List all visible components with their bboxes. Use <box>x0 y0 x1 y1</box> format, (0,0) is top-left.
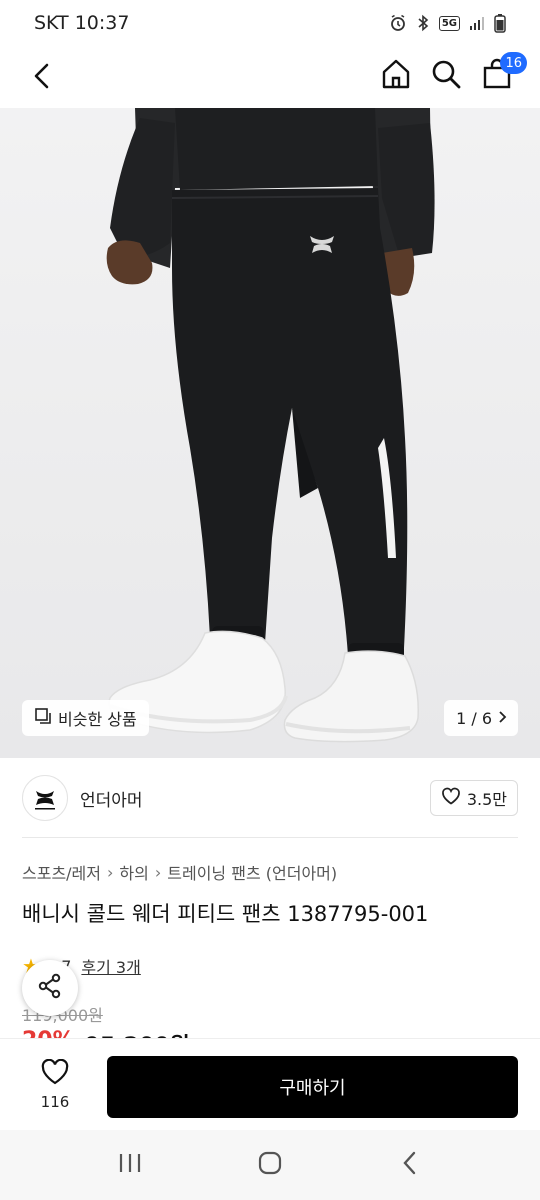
chevron-left-icon <box>31 62 53 94</box>
product-title: 배니시 콜드 웨더 피티드 팬츠 1387795-001 <box>22 902 429 926</box>
bottom-action-bar: 116 구매하기 <box>0 1038 540 1130</box>
similar-products-label: 비슷한 상품 <box>58 710 137 729</box>
share-button[interactable] <box>22 960 78 1016</box>
search-icon <box>431 59 461 93</box>
cart-count-badge: 16 <box>500 52 527 74</box>
divider <box>22 837 518 838</box>
back-nav-button[interactable] <box>380 1140 440 1190</box>
breadcrumb-item[interactable]: 스포츠/레저 <box>22 860 101 884</box>
brand-logo <box>22 775 68 821</box>
chevron-right-icon <box>498 709 508 728</box>
image-page-counter[interactable]: 1 / 6 <box>444 700 518 736</box>
wishlist-count: 116 <box>40 1093 70 1111</box>
breadcrumb-item[interactable]: 하의 <box>119 860 148 884</box>
search-button[interactable] <box>426 56 466 96</box>
brand-row[interactable]: 언더아머 3.5만 <box>0 758 540 838</box>
brand-like-count: 3.5만 <box>466 790 507 809</box>
product-image[interactable]: 비슷한 상품 1 / 6 <box>0 108 540 758</box>
5g-icon: 5G <box>438 15 460 31</box>
signal-icon <box>469 15 485 31</box>
breadcrumb: 스포츠/레저 › 하의 › 트레이닝 팬츠 (언더아머) <box>22 860 337 884</box>
recent-apps-button[interactable] <box>100 1140 160 1190</box>
carrier-time: SKT 10:37 <box>34 12 130 34</box>
sale-price-row: 20% 95,200원 <box>22 1028 190 1038</box>
wishlist-button[interactable]: 116 <box>22 1053 88 1117</box>
heart-icon <box>40 1058 70 1089</box>
chevron-right-icon: › <box>107 862 114 882</box>
cart-button[interactable]: 16 <box>477 52 527 96</box>
sale-price: 95,200원 <box>85 1028 190 1038</box>
status-icons: 5G <box>389 13 506 33</box>
share-icon <box>36 972 64 1004</box>
buy-button[interactable]: 구매하기 <box>107 1056 518 1118</box>
battery-icon <box>494 13 506 33</box>
brand-name: 언더아머 <box>80 790 143 811</box>
bluetooth-icon <box>416 14 430 32</box>
stack-icon <box>34 707 52 729</box>
chevron-right-icon: › <box>154 862 162 882</box>
recent-apps-icon <box>117 1152 143 1178</box>
home-icon <box>380 58 412 94</box>
home-nav-button[interactable] <box>240 1140 300 1190</box>
system-nav-bar <box>0 1130 540 1200</box>
brand-like-button[interactable]: 3.5만 <box>429 780 518 816</box>
similar-products-button[interactable]: 비슷한 상품 <box>22 700 149 736</box>
page-counter-text: 1 / 6 <box>456 708 492 728</box>
product-photo <box>106 108 435 743</box>
alarm-icon <box>389 14 407 32</box>
back-button[interactable] <box>22 58 62 98</box>
status-bar: SKT 10:37 5G <box>0 0 540 46</box>
heart-icon <box>441 787 461 809</box>
home-button[interactable] <box>376 56 416 96</box>
breadcrumb-item[interactable]: 트레이닝 팬츠 (언더아머) <box>167 860 337 884</box>
app-header: 16 <box>0 46 540 108</box>
back-chevron-icon <box>401 1150 419 1180</box>
review-link[interactable]: 후기 3개 <box>81 954 140 978</box>
home-circle-icon <box>257 1150 283 1180</box>
discount-rate: 20% <box>22 1028 75 1038</box>
